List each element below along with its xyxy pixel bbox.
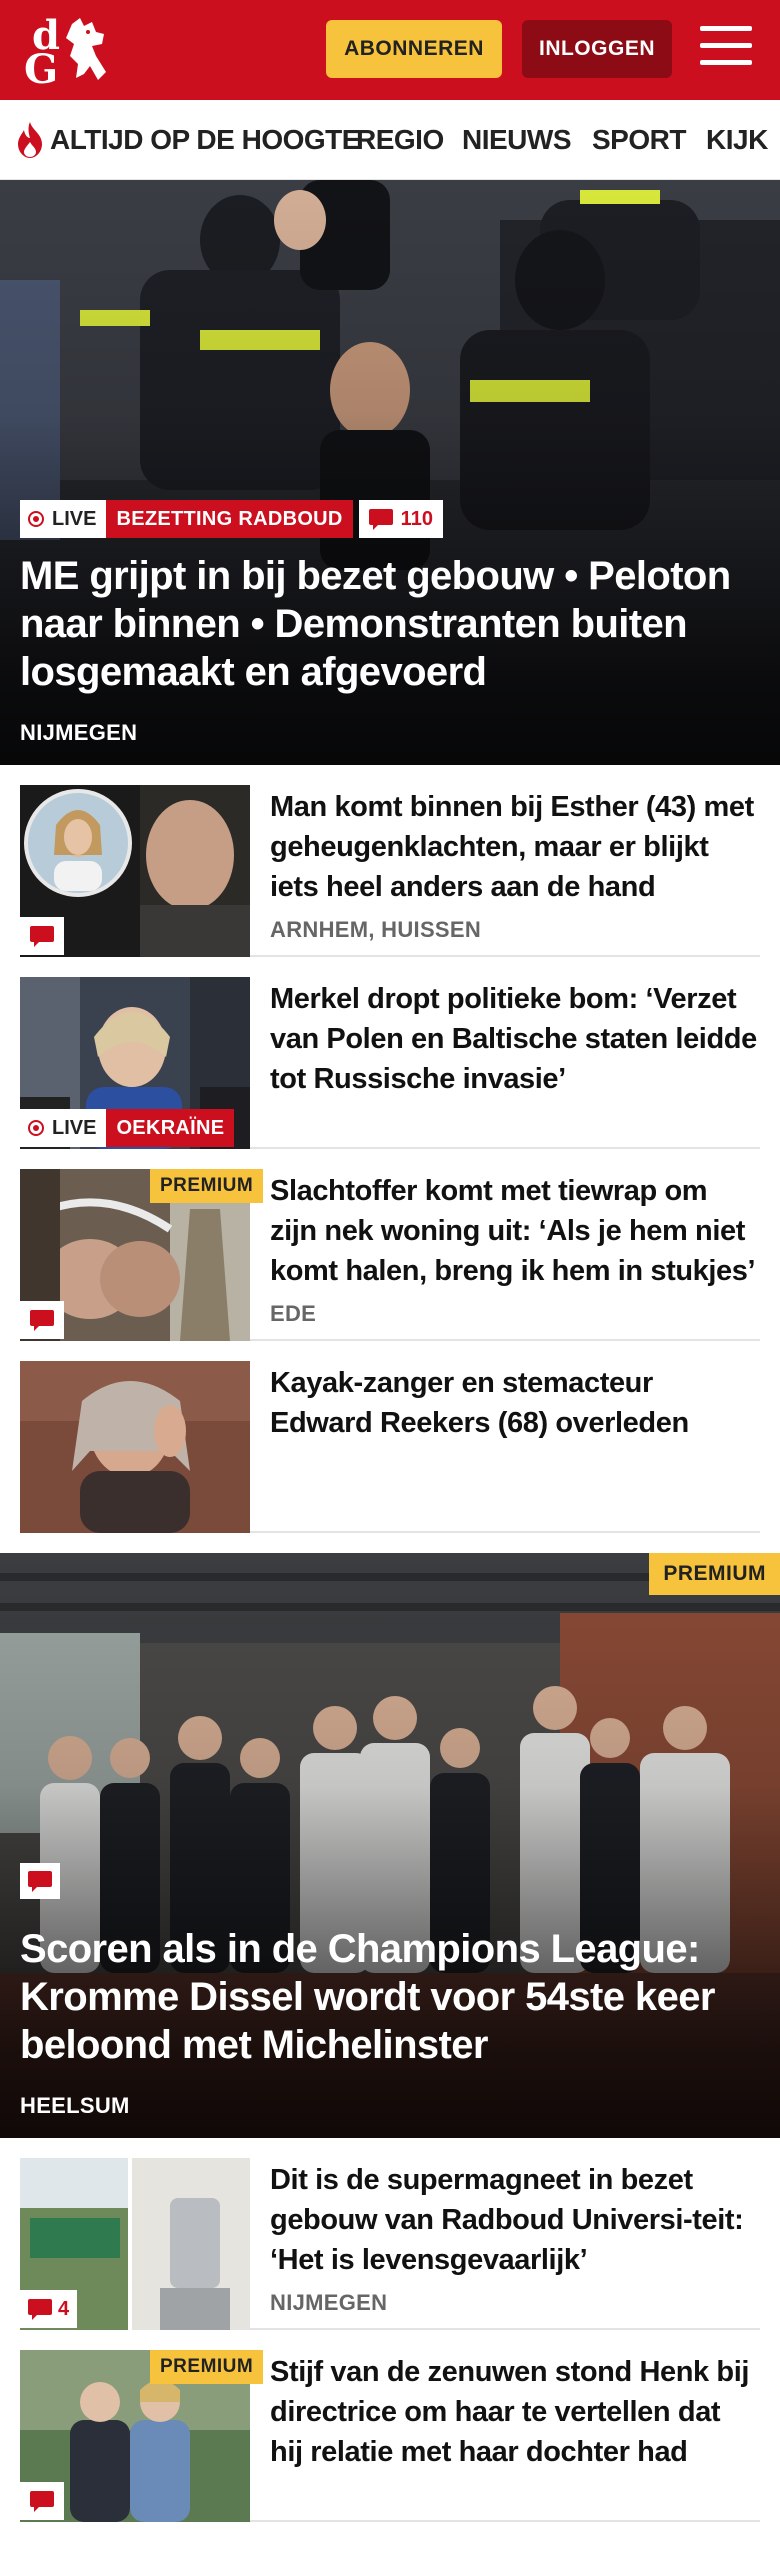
comment-icon (30, 1310, 54, 1331)
login-button[interactable]: INLOGGEN (522, 20, 672, 78)
hero-location: NIJMEGEN (20, 720, 138, 745)
premium-badge: PREMIUM (150, 2350, 264, 2384)
nav-item-sport[interactable]: SPORT (592, 124, 686, 156)
subscribe-button[interactable]: ABONNEREN (326, 20, 502, 78)
comment-badge[interactable] (20, 917, 64, 955)
thumb-tag-row: LIVE OEKRAÏNE (20, 1109, 235, 1147)
article-location: ARNHEM, HUISSEN (270, 917, 482, 942)
comments-badge[interactable]: 110 (358, 500, 443, 538)
article-title[interactable]: Stijf van de zenuwen stond Henk bij dire… (270, 2352, 760, 2472)
article-title[interactable]: Kayak-zanger en stemacteur Edward Reeker… (270, 1363, 760, 1443)
comment-icon (368, 509, 393, 530)
live-label: LIVE (52, 1116, 97, 1139)
hero-title[interactable]: Scoren als in de Champions League: Kromm… (20, 1925, 760, 2069)
list-item[interactable]: LIVE OEKRAÏNE Merkel dropt politieke bom… (20, 977, 760, 1149)
live-dot-icon (28, 511, 44, 527)
comment-badge[interactable] (20, 2482, 64, 2520)
comment-badge[interactable] (20, 1863, 60, 1899)
topic-tag-oekraine[interactable]: OEKRAÏNE (106, 1109, 235, 1147)
list-item[interactable]: PREMIUM Stijf van de zenuwen stond Henk … (20, 2350, 760, 2522)
hero-article-bezetting[interactable]: LIVE BEZETTING RADBOUD 110 ME grijpt in … (0, 180, 780, 765)
hamburger-menu-icon[interactable] (700, 26, 752, 72)
hero-article-kromme-dissel[interactable]: PREMIUM Scoren als in de Champions Leagu… (0, 1553, 780, 2138)
article-location: EDE (270, 1301, 317, 1326)
hero-title[interactable]: ME grijpt in bij bezet gebouw • Peloton … (20, 552, 760, 696)
comment-icon (28, 2299, 52, 2320)
comment-icon (28, 1871, 52, 1892)
top-bar: d G ABONNEREN INLOGGEN (0, 0, 780, 100)
premium-badge: PREMIUM (150, 1169, 264, 1203)
comment-badge[interactable] (20, 1301, 64, 1339)
article-title[interactable]: Merkel dropt politieke bom: ‘Verzet van … (270, 979, 760, 1099)
article-location: NIJMEGEN (270, 2290, 388, 2315)
list-item[interactable]: 4 Dit is de supermagneet in bezet gebouw… (20, 2158, 760, 2330)
topic-tag-bezetting-radboud[interactable]: BEZETTING RADBOUD (106, 500, 353, 538)
list-item[interactable]: Kayak-zanger en stemacteur Edward Reeker… (20, 1361, 760, 1533)
nav-item-regio[interactable]: REGIO (356, 124, 444, 156)
horse-emblem-icon (66, 18, 106, 80)
live-badge: LIVE (20, 500, 107, 538)
live-dot-icon (28, 1120, 44, 1136)
comment-badge[interactable]: 4 (20, 2290, 78, 2328)
nav-item-nieuws[interactable]: NIEUWS (462, 124, 572, 156)
comment-count: 4 (58, 2297, 70, 2320)
comment-icon (30, 2491, 54, 2512)
hero-tag-row: LIVE BEZETTING RADBOUD 110 (20, 500, 443, 538)
article-title[interactable]: Dit is de supermagneet in bezet gebouw v… (270, 2160, 760, 2280)
article-title[interactable]: Man komt binnen bij Esther (43) met gehe… (270, 787, 760, 907)
list-item[interactable]: Man komt binnen bij Esther (43) met gehe… (20, 785, 760, 957)
live-badge: LIVE (20, 1109, 107, 1147)
list-item[interactable]: PREMIUM Slachtoffer komt met tiewrap om … (20, 1169, 760, 1341)
dg-logo[interactable]: d G (22, 12, 114, 93)
hero-location: HEELSUM (20, 2093, 130, 2118)
article-title[interactable]: Slachtoffer komt met tiewrap om zijn nek… (270, 1171, 760, 1291)
section-nav: ALTIJD OP DE HOOGTE REGIO NIEUWS SPORT K… (0, 100, 780, 180)
live-label: LIVE (52, 507, 97, 530)
nav-item-kijk[interactable]: KIJK (706, 124, 768, 156)
logo-letter-g: G (24, 46, 59, 93)
comment-count: 110 (400, 507, 433, 530)
premium-badge: PREMIUM (649, 1553, 780, 1595)
nav-item-altijd-op-de-hoogte[interactable]: ALTIJD OP DE HOOGTE (50, 124, 360, 156)
comment-icon (30, 926, 54, 947)
thumb-reekers (20, 1361, 250, 1533)
flame-icon (18, 122, 42, 158)
